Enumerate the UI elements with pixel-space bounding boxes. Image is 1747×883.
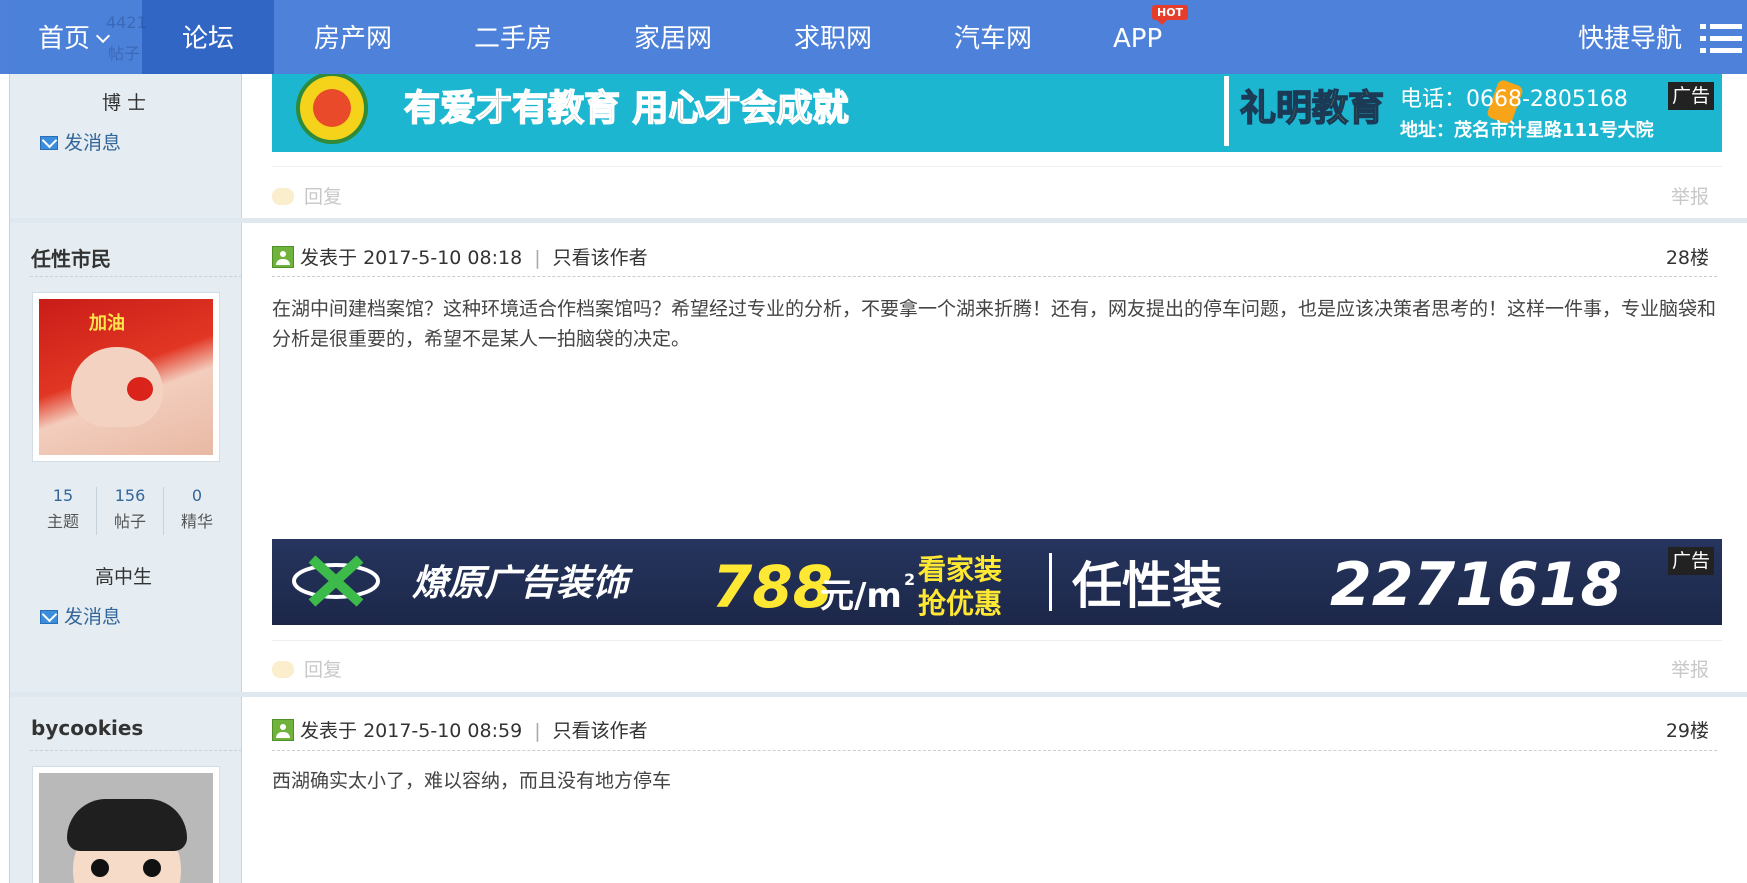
ad-tag: 广告 [1667,547,1714,575]
stat-label: 主题 [46,512,79,531]
online-status-icon [272,719,294,741]
hot-badge: HOT [1152,5,1189,25]
send-message-link[interactable]: 发消息 [40,602,121,629]
post-meta: 发表于 2017-5-10 08:18 | 只看该作者 [272,243,648,270]
reply-label: 回复 [304,186,343,208]
ad-banner-decoration[interactable]: 燎原广告装饰 788 元/m 2 看家装 抢优惠 任性装 2271618 广告 [272,539,1722,625]
report-link[interactable]: 举报 [1671,655,1709,682]
ad-price: 788 [712,553,833,621]
ad-brand: 礼明教育 [1240,88,1384,129]
author-divider [30,750,242,751]
post-meta-divider [272,750,1717,751]
mail-icon [40,136,58,150]
posted-time: 2017-5-10 08:59 [363,720,523,742]
ad-brand: 燎原广告装饰 [412,562,634,604]
quick-nav-label[interactable]: 快捷导航 [1578,0,1682,74]
report-link[interactable]: 举报 [1671,182,1709,209]
ad-unit-superscript: 2 [904,570,915,589]
nav-forum[interactable]: 论坛 [142,0,274,74]
stat-posts[interactable]: 156 帖子 [97,483,163,535]
ad-promo-line2: 抢优惠 [918,587,1002,620]
reply-button[interactable]: 回复 [272,182,342,209]
avatar-headband-text: 加油 [89,313,125,334]
ad-slogan: 有爱才有教育 用心才会成就 [404,88,849,129]
menu-icon[interactable] [1700,24,1742,54]
post-footer-separator [272,166,1722,167]
post-content: 在湖中间建档案馆？这种环境适合作档案馆吗？希望经过专业的分析，不要拿一个湖来折腾… [272,298,1717,350]
nav-auto[interactable]: 汽车网 [954,0,1032,74]
ad-banner-education[interactable]: 有爱才有教育 用心才会成就 礼明教育 电话：0668-2805168 地址：茂名… [272,74,1722,152]
posted-prefix: 发表于 [300,720,358,742]
post-separator [10,218,1747,223]
reply-icon [272,188,294,205]
mail-icon [40,610,58,624]
school-logo-heart-icon [313,89,351,127]
avatar-image [39,773,213,883]
stat-topics[interactable]: 15 主题 [30,483,96,535]
ad-banner-education-graphic: 有爱才有教育 用心才会成就 礼明教育 电话：0668-2805168 地址：茂名… [296,74,1654,146]
left-border [9,0,10,883]
post-author-name[interactable]: bycookies [31,716,143,740]
ad-slogan: 任性装 [1072,557,1222,615]
send-message-label: 发消息 [64,606,122,628]
ad-promo-line1: 看家装 [918,553,1002,586]
posted-time: 2017-5-10 08:18 [363,247,523,269]
stat-value: 156 [114,486,146,505]
user-rank: 高中生 [95,566,153,588]
ad-tag: 广告 [1667,82,1714,110]
reply-button[interactable]: 回复 [272,655,342,682]
cartoon-hair [67,799,187,851]
stat-value: 0 [191,486,203,505]
post-author-name[interactable]: 任性市民 [31,243,111,272]
reply-label: 回复 [304,659,343,681]
floor-number[interactable]: 29楼 [1666,716,1709,743]
floor-number[interactable]: 28楼 [1666,243,1709,270]
nav-jobs[interactable]: 求职网 [794,0,872,74]
ad-banner-decoration-graphic: 燎原广告装饰 788 元/m 2 看家装 抢优惠 任性装 2271618 [292,550,1622,621]
post-meta-divider [272,276,1717,277]
faded-post-count: 4421 [106,13,147,32]
nav-second-hand-house[interactable]: 二手房 [474,0,552,74]
ad-unit: 元/m [820,576,902,616]
ad-phone: 2271618 [1330,550,1622,620]
only-author-link[interactable]: 只看该作者 [553,720,648,742]
ad-address: 地址：茂名市计星路111号大院 [1400,119,1654,141]
nav-house[interactable]: 房产网 [314,0,392,74]
online-status-icon [272,246,294,268]
user-avatar[interactable]: 加油 [32,292,220,462]
cartoon-eye [143,859,161,877]
post-meta: 发表于 2017-5-10 08:59 | 只看该作者 [272,716,648,743]
nav-home-label: 首页 [38,24,91,54]
page: 博士 发消息 有爱才有教育 用心才会成就 礼明教育 电话：0668-280516… [0,0,1747,883]
ad-phone: 电话：0668-2805168 [1400,87,1628,112]
flag-sticker [127,377,153,401]
reply-icon [272,661,294,678]
post-footer-separator [272,640,1722,641]
post-content: 西湖确实太小了，难以容纳，而且没有地方停车 [272,770,672,792]
stat-label: 帖子 [113,512,146,531]
send-message-link[interactable]: 发消息 [40,128,121,155]
user-avatar[interactable] [32,766,220,883]
user-rank: 博士 [102,92,153,114]
avatar-image: 加油 [39,299,213,455]
user-stats: 15 主题 156 帖子 0 精华 [30,483,230,539]
send-message-label: 发消息 [64,132,122,154]
cartoon-eye [91,859,109,877]
posted-prefix: 发表于 [300,247,358,269]
stat-label: 精华 [180,512,213,531]
stat-digest[interactable]: 0 精华 [164,483,230,535]
post-separator [10,692,1747,697]
author-divider [30,276,242,277]
nav-home-furnishing[interactable]: 家居网 [634,0,712,74]
only-author-link[interactable]: 只看该作者 [553,247,648,269]
faded-post-label: 帖子 [108,44,141,63]
stat-value: 15 [52,486,74,505]
top-navigation-bar: 4421 帖子 首页 论坛 房产网 二手房 家居网 求职网 汽车网 APP HO… [0,0,1747,74]
